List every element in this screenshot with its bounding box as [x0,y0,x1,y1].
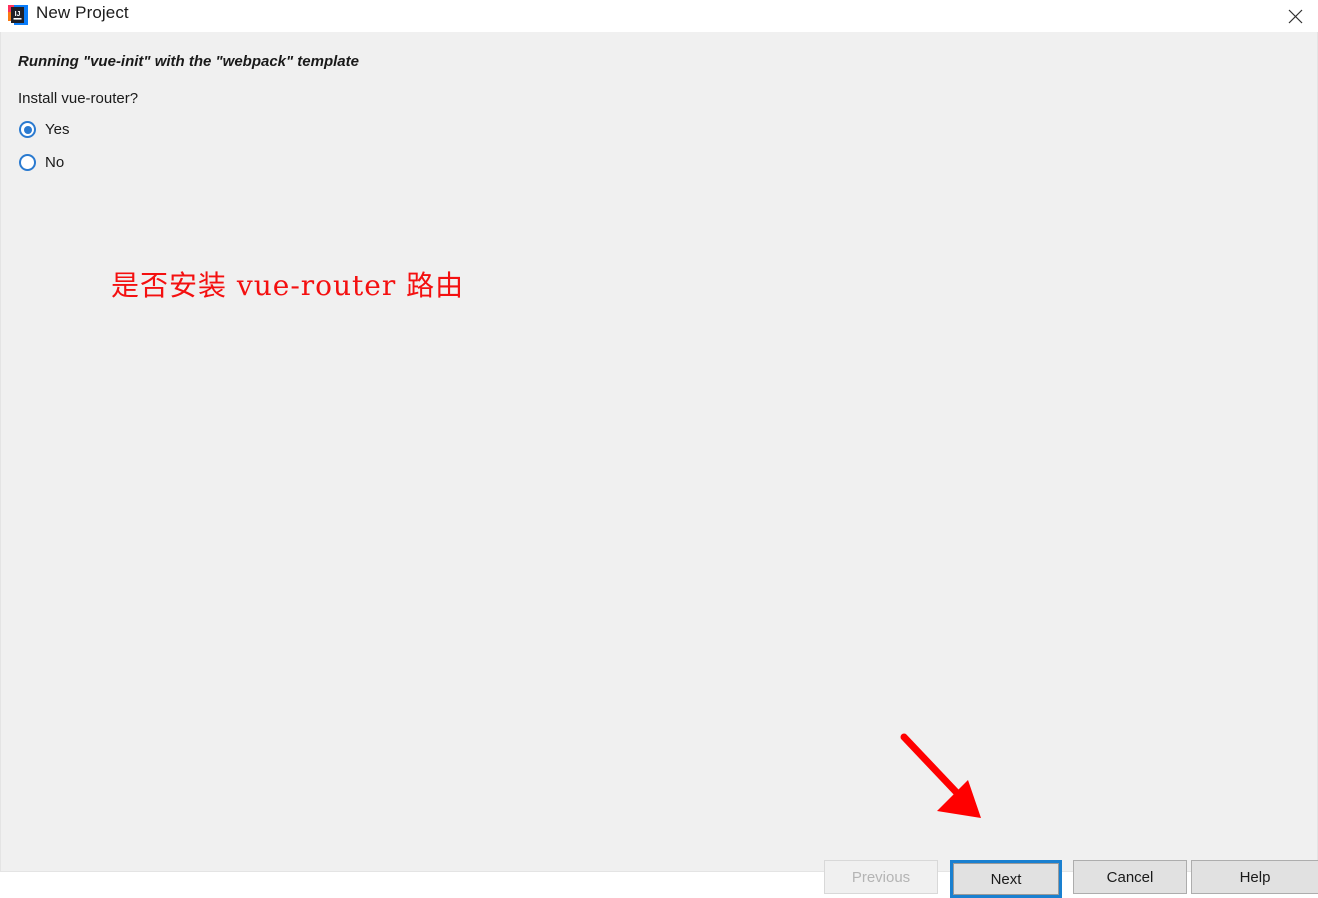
annotation-text: 是否安装 vue-router 路由 [111,269,465,302]
window-title: New Project [36,3,129,22]
radio-label-no: No [45,154,65,171]
radio-option-yes[interactable]: Yes [19,121,69,138]
dialog-content: Running "vue-init" with the "webpack" te… [0,32,1318,898]
radio-label-yes: Yes [45,121,70,138]
intellij-idea-icon: IJ [7,4,29,26]
red-pointer-arrow [900,733,981,818]
cancel-button[interactable]: Cancel [1073,860,1187,894]
radio-indicator-yes[interactable] [19,121,36,138]
next-button[interactable]: Next [953,863,1059,895]
help-button[interactable]: Help [1191,860,1318,894]
new-project-dialog: IJ New Project Running "vue-init" with t… [0,0,1318,898]
title-bar: IJ New Project [0,0,1318,32]
radio-option-no[interactable]: No [19,154,64,171]
install-router-question: Install vue-router? [18,90,139,107]
close-button[interactable] [1272,0,1318,32]
previous-button[interactable]: Previous [824,860,938,894]
next-button-focus-ring: Next [950,860,1062,898]
running-template-text: Running "vue-init" with the "webpack" te… [18,53,359,70]
radio-indicator-no[interactable] [19,154,36,171]
svg-text:IJ: IJ [15,11,21,18]
close-icon [1288,9,1303,24]
